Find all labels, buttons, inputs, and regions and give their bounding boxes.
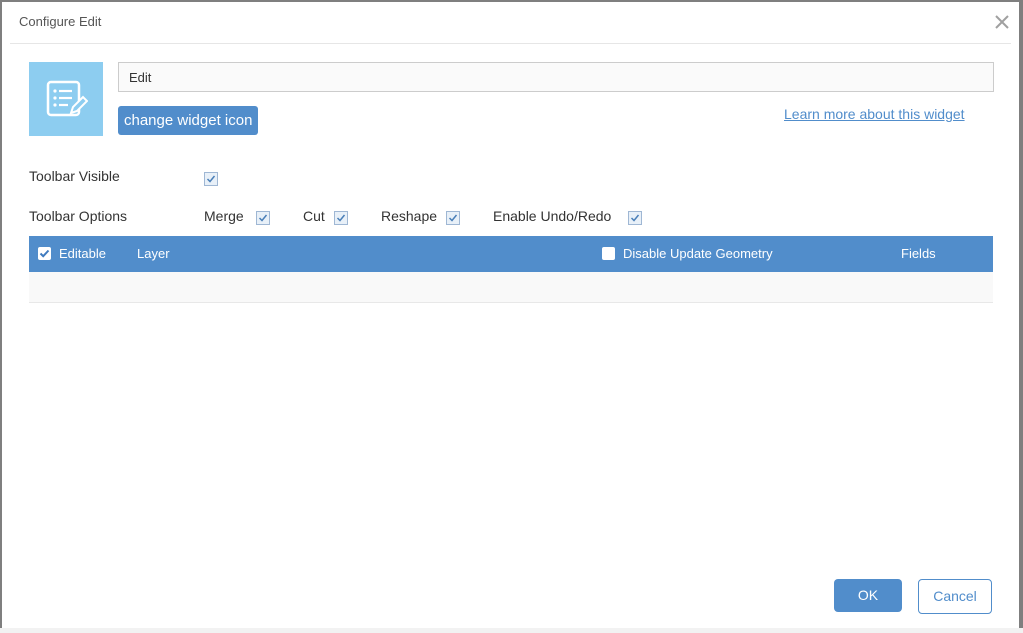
reshape-checkbox[interactable] [446, 211, 460, 225]
toolbar-visible-checkbox[interactable] [204, 172, 218, 186]
background-strip [0, 628, 1023, 633]
toolbar-visible-label: Toolbar Visible [29, 168, 120, 184]
change-widget-icon-button[interactable]: change widget icon [118, 106, 259, 135]
toolbar-options-label: Toolbar Options [29, 208, 128, 224]
configure-dialog: Configure Edit change widget icon Learn … [2, 2, 1019, 628]
merge-checkbox[interactable] [256, 211, 270, 225]
widget-name-input[interactable] [118, 62, 994, 92]
dialog-title: Configure Edit [19, 14, 102, 29]
layer-column-header: Layer [137, 246, 170, 261]
undo-redo-label: Enable Undo/Redo [493, 208, 612, 224]
cut-label: Cut [303, 208, 325, 224]
editable-column-header: Editable [59, 246, 106, 261]
layers-table-header: Editable Layer Disable Update Geometry F… [29, 236, 993, 272]
cancel-button[interactable]: Cancel [918, 579, 992, 614]
fields-column-header: Fields [901, 246, 936, 261]
undo-redo-checkbox[interactable] [628, 211, 642, 225]
disable-update-geometry-checkbox[interactable] [602, 247, 615, 260]
disable-update-geometry-column-header: Disable Update Geometry [623, 246, 773, 261]
merge-label: Merge [204, 208, 244, 224]
learn-more-link[interactable]: Learn more about this widget [784, 106, 965, 122]
close-icon[interactable] [994, 14, 1010, 30]
editable-all-checkbox[interactable] [38, 247, 51, 260]
ok-button[interactable]: OK [834, 579, 902, 612]
dialog-title-bar: Configure Edit [10, 2, 1011, 44]
edit-widget-icon [29, 62, 103, 136]
reshape-label: Reshape [381, 208, 438, 224]
cut-checkbox[interactable] [334, 211, 348, 225]
layers-table-body [29, 272, 993, 303]
